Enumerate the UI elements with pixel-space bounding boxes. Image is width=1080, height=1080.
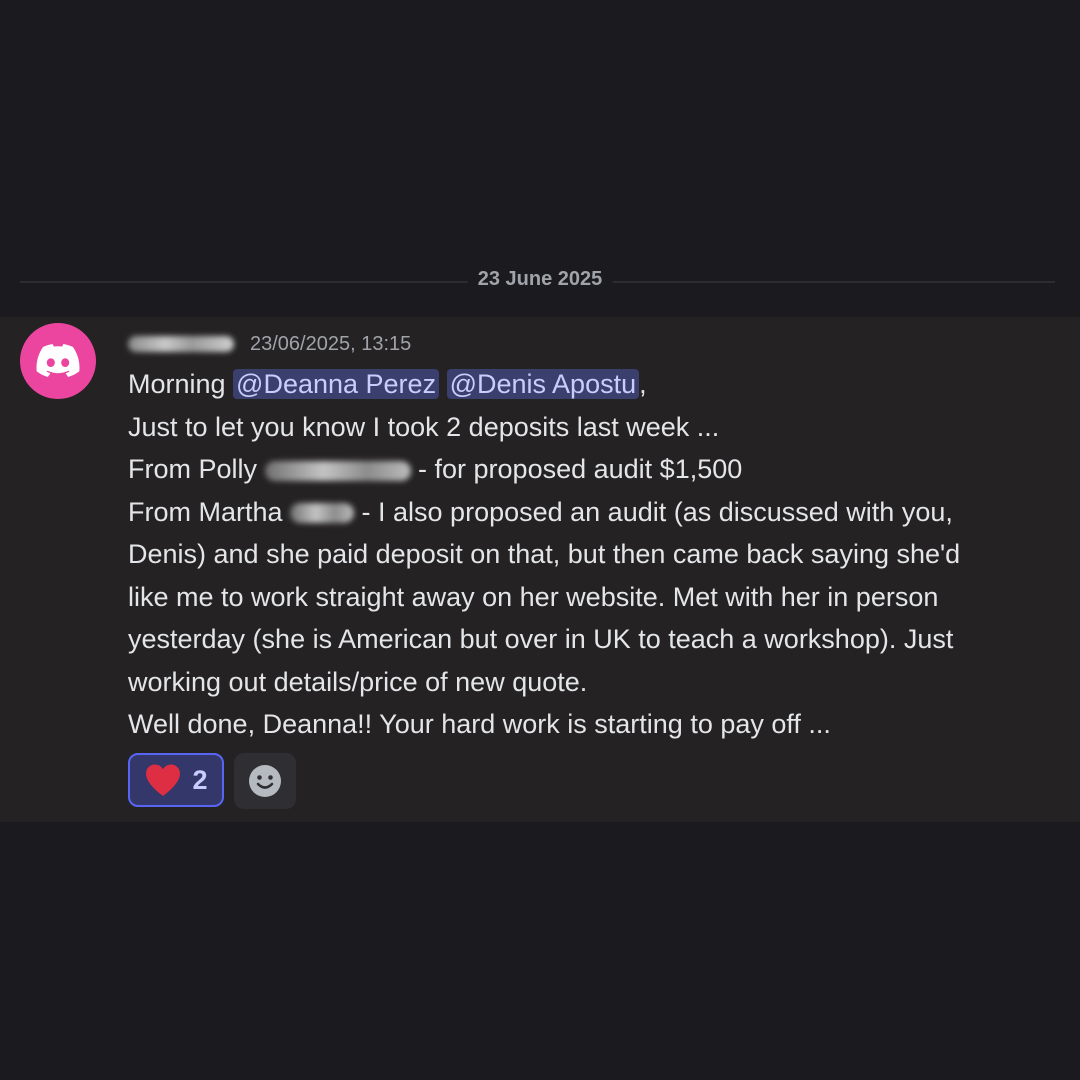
mention-deanna-perez[interactable]: @Deanna Perez [233,369,440,399]
message-timestamp[interactable]: 23/06/2025, 13:15 [250,333,411,356]
line-text: From Polly [128,454,265,484]
line-text: From Martha [128,496,291,527]
date-divider-label: 23 June 2025 [467,268,613,291]
message-line: yesterday (she is American but over in U… [128,624,954,654]
message-line: From Martha - I also proposed an audit (… [128,491,1048,534]
line-text: , [639,369,647,399]
author-name-redacted[interactable] [128,336,234,352]
reactions-bar: 2 [128,753,296,809]
message-line: Morning @Deanna Perez @Denis Apostu, [128,363,1048,406]
message-line: like me to work straight away on her web… [128,581,939,612]
line-text: Morning [128,369,234,399]
avatar[interactable] [20,323,96,399]
heart-icon [146,764,181,796]
message-line: From Polly - for proposed audit $1,500 [128,448,1048,491]
discord-logo-icon [36,344,80,377]
message-line: Denis) and she paid deposit on that, but… [128,539,961,569]
mention-denis-apostu[interactable]: @Denis Apostu [446,369,640,399]
line-text: - for proposed audit $1,500 [410,454,743,484]
reaction-count: 2 [192,764,208,795]
heart-reaction-button[interactable]: 2 [128,753,224,807]
message-line: working out details/price of new quote. [128,666,588,697]
add-reaction-button[interactable] [234,753,296,809]
redacted-surname [264,460,411,481]
message-line: Just to let you know I took 2 deposits l… [128,411,720,442]
message-content: Morning @Deanna Perez @Denis Apostu, Jus… [128,363,1048,746]
message-header: 23/06/2025, 13:15 [128,331,411,357]
redacted-surname [290,503,355,524]
message[interactable]: 23/06/2025, 13:15 Morning @Deanna Perez … [0,317,1080,822]
line-text: - I also proposed an audit (as discussed… [354,496,953,527]
message-line: Well done, Deanna!! Your hard work is st… [128,709,831,739]
smiley-face-icon [249,765,281,797]
